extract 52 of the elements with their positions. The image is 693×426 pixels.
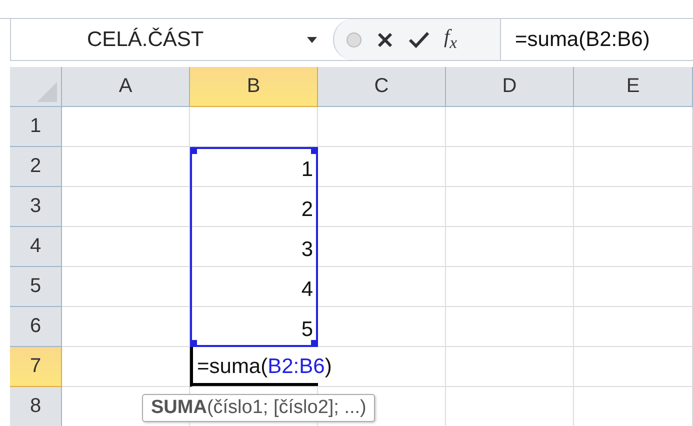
table-cell[interactable] xyxy=(62,187,190,227)
table-cell[interactable] xyxy=(318,147,446,187)
table-cell[interactable] xyxy=(62,267,190,307)
row-header[interactable]: 2 xyxy=(10,147,62,187)
table-cell[interactable] xyxy=(190,107,318,147)
cancel-icon[interactable] xyxy=(376,30,394,48)
cell-editor[interactable]: =suma(B2:B6) xyxy=(190,347,446,387)
table-cell[interactable] xyxy=(446,187,574,227)
table-cell[interactable] xyxy=(574,107,693,147)
table-cell[interactable] xyxy=(574,347,693,387)
table-cell[interactable] xyxy=(318,107,446,147)
grip-icon xyxy=(346,32,362,48)
select-all-button[interactable] xyxy=(10,67,62,107)
table-cell[interactable] xyxy=(446,107,574,147)
column-header[interactable]: C xyxy=(318,67,446,107)
table-cell[interactable] xyxy=(62,147,190,187)
table-cell[interactable] xyxy=(574,307,693,347)
table-cell[interactable] xyxy=(574,147,693,187)
table-cell[interactable] xyxy=(62,307,190,347)
column-header[interactable]: D xyxy=(446,67,574,107)
column-header[interactable]: E xyxy=(574,67,693,107)
table-cell[interactable]: 3 xyxy=(190,227,318,267)
table-cell[interactable] xyxy=(446,267,574,307)
row-header[interactable]: 5 xyxy=(10,267,62,307)
table-cell[interactable] xyxy=(318,187,446,227)
row-header[interactable]: 4 xyxy=(10,227,62,267)
insert-function-button[interactable]: f$_{x}$ xyxy=(444,26,457,53)
table-cell[interactable]: 2 xyxy=(190,187,318,227)
column-header[interactable]: A xyxy=(62,67,190,107)
row-header[interactable]: 8 xyxy=(10,387,62,426)
table-cell[interactable] xyxy=(62,107,190,147)
table-cell[interactable] xyxy=(318,267,446,307)
row-header[interactable]: 6 xyxy=(10,307,62,347)
name-box[interactable]: CELÁ.ČÁST xyxy=(11,19,333,60)
table-cell[interactable] xyxy=(574,267,693,307)
formula-input[interactable]: =suma(B2:B6) xyxy=(501,28,693,52)
table-cell[interactable] xyxy=(446,147,574,187)
table-cell[interactable] xyxy=(574,227,693,267)
row-header[interactable]: 1 xyxy=(10,107,62,147)
table-cell[interactable] xyxy=(446,227,574,267)
table-cell[interactable] xyxy=(446,307,574,347)
table-cell[interactable] xyxy=(446,347,574,387)
dropdown-caret-icon[interactable] xyxy=(307,36,317,42)
table-cell[interactable] xyxy=(318,227,446,267)
enter-icon[interactable] xyxy=(408,30,430,48)
row-header[interactable]: 7 xyxy=(10,347,62,387)
column-header[interactable]: B xyxy=(190,67,318,107)
table-cell[interactable] xyxy=(574,187,693,227)
row-header[interactable]: 3 xyxy=(10,187,62,227)
table-cell[interactable] xyxy=(62,227,190,267)
function-tooltip: SUMA(číslo1; [číslo2]; ...) xyxy=(142,394,376,422)
table-cell[interactable]: 4 xyxy=(190,267,318,307)
